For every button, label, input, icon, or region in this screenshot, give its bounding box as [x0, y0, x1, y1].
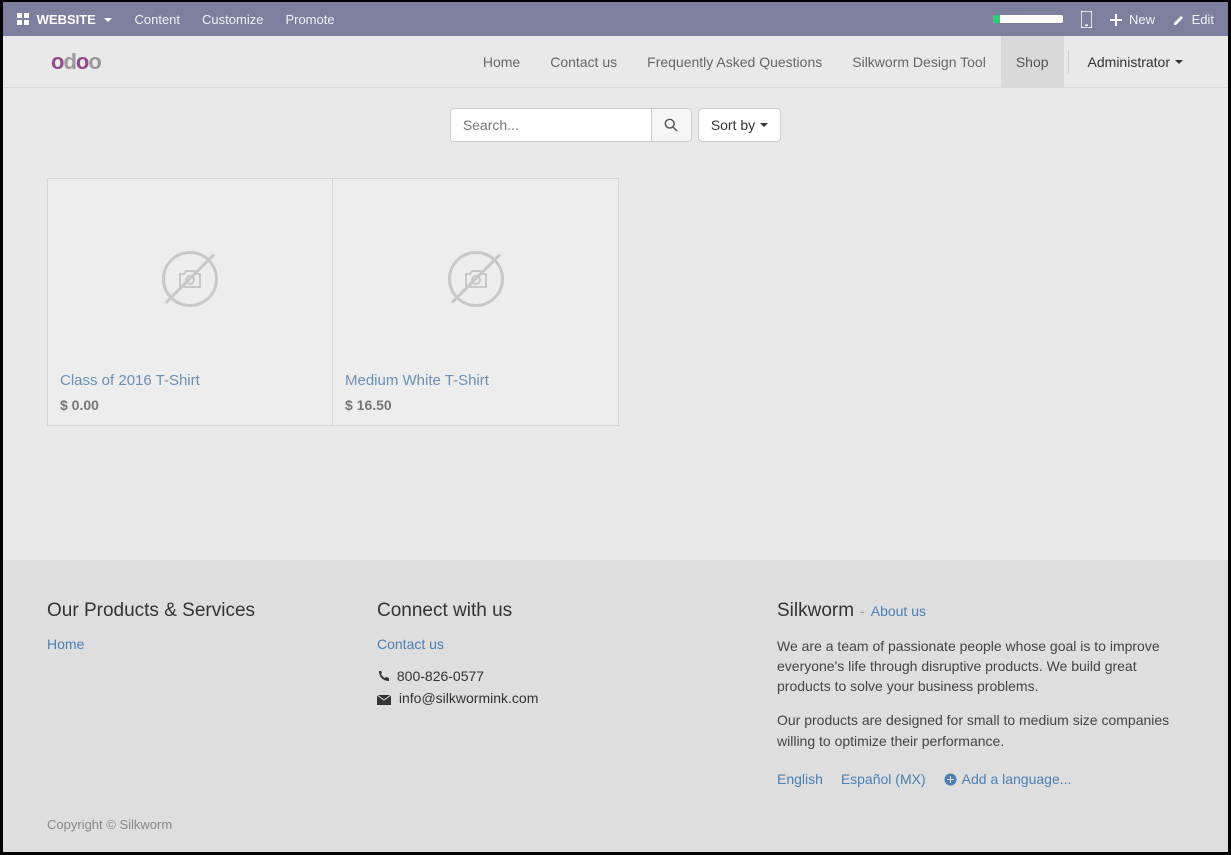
- no-image-icon: [448, 251, 504, 307]
- grid-icon: [17, 13, 29, 25]
- product-card[interactable]: Class of 2016 T-Shirt $ 0.00: [47, 178, 333, 426]
- product-title: Class of 2016 T-Shirt: [60, 372, 320, 389]
- nav-shop[interactable]: Shop: [1001, 36, 1064, 87]
- lang-spanish[interactable]: Español (MX): [841, 771, 926, 787]
- customize-menu[interactable]: Customize: [202, 12, 263, 27]
- footer-heading: Our Products & Services: [47, 600, 337, 622]
- search-group: [450, 108, 692, 142]
- nav-administrator[interactable]: Administrator: [1073, 36, 1198, 87]
- footer-phone: 800-826-0577: [377, 668, 737, 684]
- page-content: Sort by Class of 2016 T-Shirt $ 0.00: [3, 88, 1228, 560]
- footer-company: Silkworm: [777, 600, 854, 622]
- mobile-icon: [1081, 11, 1092, 28]
- footer-col-connect: Connect with us Contact us 800-826-0577 …: [377, 600, 737, 787]
- footer-col-products: Our Products & Services Home: [47, 600, 337, 787]
- search-input[interactable]: [451, 109, 651, 141]
- edit-button[interactable]: Edit: [1173, 12, 1214, 27]
- logo[interactable]: odoo: [51, 49, 101, 75]
- pencil-icon: [1173, 14, 1185, 26]
- footer-link-contact[interactable]: Contact us: [377, 636, 444, 652]
- product-card[interactable]: Medium White T-Shirt $ 16.50: [333, 178, 619, 426]
- nav-divider: [1068, 50, 1069, 73]
- product-price: $ 16.50: [345, 397, 606, 413]
- product-grid: Class of 2016 T-Shirt $ 0.00 Medium Whit…: [47, 178, 1184, 426]
- nav-contact[interactable]: Contact us: [535, 36, 632, 87]
- editor-topbar: WEBSITE Content Customize Promote New Ed…: [3, 2, 1228, 36]
- plus-circle-icon: [944, 773, 957, 786]
- search-icon: [664, 118, 678, 132]
- footer-col-about: Silkworm - About us We are a team of pas…: [777, 600, 1184, 787]
- no-image-icon: [162, 251, 218, 307]
- footer-link-about[interactable]: About us: [871, 603, 926, 619]
- progress-indicator[interactable]: [993, 15, 1063, 23]
- website-label: WEBSITE: [37, 12, 96, 27]
- promote-menu[interactable]: Promote: [285, 12, 334, 27]
- footer-heading: Connect with us: [377, 600, 737, 622]
- add-language[interactable]: Add a language...: [944, 771, 1086, 787]
- product-image-placeholder: [60, 191, 320, 366]
- footer-email: info@silkwormink.com: [377, 690, 737, 706]
- lang-english[interactable]: English: [777, 771, 823, 787]
- footer-about-p2: Our products are designed for small to m…: [777, 710, 1184, 751]
- search-button[interactable]: [651, 109, 691, 141]
- website-menu[interactable]: WEBSITE: [17, 12, 112, 27]
- product-title: Medium White T-Shirt: [345, 372, 606, 389]
- nav-home[interactable]: Home: [468, 36, 535, 87]
- product-image-placeholder: [345, 191, 606, 366]
- product-price: $ 0.00: [60, 397, 320, 413]
- footer-link-home[interactable]: Home: [47, 636, 84, 652]
- footer-about-p1: We are a team of passionate people whose…: [777, 636, 1184, 697]
- footer: Our Products & Services Home Connect wit…: [3, 560, 1228, 852]
- mobile-preview-button[interactable]: [1081, 11, 1092, 28]
- nav-design-tool[interactable]: Silkworm Design Tool: [837, 36, 1001, 87]
- plus-icon: [1110, 14, 1122, 26]
- envelope-icon: [377, 695, 391, 705]
- phone-icon: [377, 671, 389, 683]
- content-menu[interactable]: Content: [134, 12, 180, 27]
- new-button[interactable]: New: [1110, 12, 1155, 27]
- sort-button[interactable]: Sort by: [698, 108, 781, 142]
- site-navbar: odoo Home Contact us Frequently Asked Qu…: [3, 36, 1228, 88]
- nav-faq[interactable]: Frequently Asked Questions: [632, 36, 837, 87]
- copyright: Copyright © Silkworm: [47, 817, 1184, 832]
